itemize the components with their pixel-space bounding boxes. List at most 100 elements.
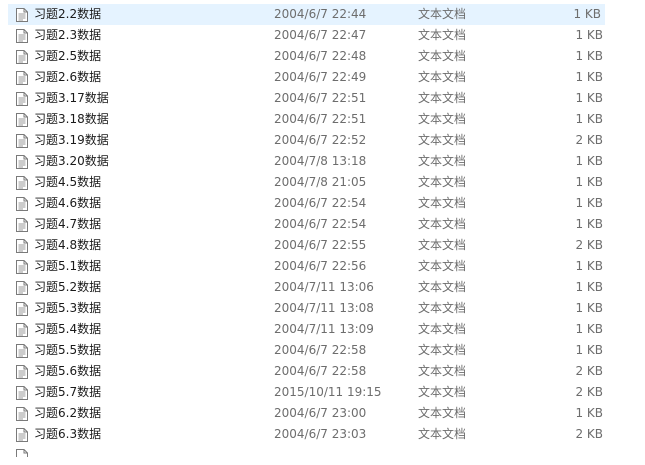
- file-size: 1 KB: [575, 196, 603, 210]
- file-size: 1 KB: [575, 406, 603, 420]
- text-document-icon: [16, 155, 28, 169]
- file-row[interactable]: 习题5.2数据 2004/7/11 13:06 文本文档 1 KB: [0, 277, 645, 298]
- file-name: 习题5.3数据: [34, 301, 102, 315]
- file-modified-date: 2015/10/11 19:15: [274, 385, 382, 399]
- file-size: 2 KB: [575, 385, 603, 399]
- file-type: 文本文档: [418, 385, 467, 399]
- file-type: 文本文档: [418, 112, 467, 126]
- file-type: 文本文档: [418, 364, 467, 378]
- file-row[interactable]: 习题5.7数据 2015/10/11 19:15 文本文档 2 KB: [0, 382, 645, 403]
- file-row[interactable]: 习题5.4数据 2004/7/11 13:09 文本文档 1 KB: [0, 319, 645, 340]
- file-type: 文本文档: [418, 259, 467, 273]
- file-name: 习题4.5数据: [34, 175, 102, 189]
- file-size: 1 KB: [575, 259, 603, 273]
- file-type: 文本文档: [418, 280, 467, 294]
- file-row[interactable]: 习题3.20数据 2004/7/8 13:18 文本文档 1 KB: [0, 151, 645, 172]
- text-document-icon: [16, 260, 28, 274]
- file-row[interactable]: 习题5.3数据 2004/7/11 13:08 文本文档 1 KB: [0, 298, 645, 319]
- file-modified-date: 2004/6/7 22:55: [274, 238, 367, 252]
- text-document-icon: [16, 281, 28, 295]
- file-name: 习题2.5数据: [34, 49, 102, 63]
- file-row[interactable]: 习题5.1数据 2004/6/7 22:56 文本文档 1 KB: [0, 256, 645, 277]
- file-name: 习题5.5数据: [34, 343, 102, 357]
- file-row[interactable]: 习题4.6数据 2004/6/7 22:54 文本文档 1 KB: [0, 193, 645, 214]
- text-document-icon: [16, 71, 28, 85]
- file-size: 1 KB: [573, 7, 601, 21]
- text-document-icon: [16, 323, 28, 337]
- file-row[interactable]: 习题2.3数据 2004/6/7 22:47 文本文档 1 KB: [0, 25, 645, 46]
- file-modified-date: 2004/6/7 22:47: [274, 28, 367, 42]
- file-modified-date: 2004/6/7 22:48: [274, 49, 367, 63]
- file-size: 1 KB: [575, 217, 603, 231]
- file-size: 1 KB: [575, 322, 603, 336]
- file-row[interactable]: 习题2.6数据 2004/6/7 22:49 文本文档 1 KB: [0, 67, 645, 88]
- file-name: 习题5.4数据: [34, 322, 102, 336]
- text-document-icon: [16, 428, 28, 442]
- file-modified-date: 2004/7/11 13:08: [274, 301, 374, 315]
- file-row[interactable]: 习题4.5数据 2004/7/8 21:05 文本文档 1 KB: [0, 172, 645, 193]
- file-size: 1 KB: [575, 175, 603, 189]
- text-document-icon: [16, 302, 28, 316]
- file-name: 习题3.20数据: [34, 154, 109, 168]
- file-name: 习题5.2数据: [34, 280, 102, 294]
- file-size: 1 KB: [575, 301, 603, 315]
- file-modified-date: 2004/6/7 22:54: [274, 196, 367, 210]
- file-row[interactable]: 习题3.17数据 2004/6/7 22:51 文本文档 1 KB: [0, 88, 645, 109]
- file-row[interactable]: 习题2.2数据 2004/6/7 22:44 文本文档 1 KB: [8, 4, 605, 25]
- file-row[interactable]: 习题3.18数据 2004/6/7 22:51 文本文档 1 KB: [0, 109, 645, 130]
- file-row[interactable]: 习题5.6数据 2004/6/7 22:58 文本文档 2 KB: [0, 361, 645, 382]
- file-size: 1 KB: [575, 343, 603, 357]
- file-size: 1 KB: [575, 91, 603, 105]
- file-row-partial: [0, 445, 645, 457]
- file-modified-date: 2004/6/7 22:54: [274, 217, 367, 231]
- file-name: 习题3.19数据: [34, 133, 109, 147]
- file-type: 文本文档: [418, 49, 467, 63]
- file-name: 习题3.18数据: [34, 112, 109, 126]
- file-modified-date: 2004/6/7 22:58: [274, 343, 367, 357]
- file-row[interactable]: 习题4.7数据 2004/6/7 22:54 文本文档 1 KB: [0, 214, 645, 235]
- file-type: 文本文档: [418, 154, 467, 168]
- file-name: 习题4.6数据: [34, 196, 102, 210]
- file-row[interactable]: 习题3.19数据 2004/6/7 22:52 文本文档 2 KB: [0, 130, 645, 151]
- file-row[interactable]: 习题5.5数据 2004/6/7 22:58 文本文档 1 KB: [0, 340, 645, 361]
- text-document-icon: [16, 218, 28, 232]
- file-row[interactable]: 习题2.5数据 2004/6/7 22:48 文本文档 1 KB: [0, 46, 645, 67]
- text-document-icon: [16, 197, 28, 211]
- file-modified-date: 2004/7/11 13:09: [274, 322, 374, 336]
- file-type: 文本文档: [418, 301, 467, 315]
- text-document-icon: [16, 176, 28, 190]
- file-modified-date: 2004/6/7 22:49: [274, 70, 367, 84]
- file-modified-date: 2004/7/11 13:06: [274, 280, 374, 294]
- text-document-icon: [16, 50, 28, 64]
- file-type: 文本文档: [418, 133, 467, 147]
- text-document-icon: [16, 407, 28, 421]
- file-type: 文本文档: [418, 322, 467, 336]
- file-name: 习题5.6数据: [34, 364, 102, 378]
- file-size: 1 KB: [575, 280, 603, 294]
- file-list: 习题2.2数据 2004/6/7 22:44 文本文档 1 KB 习题2.3数据…: [0, 4, 645, 457]
- file-name: 习题3.17数据: [34, 91, 109, 105]
- file-row[interactable]: 习题4.8数据 2004/6/7 22:55 文本文档 2 KB: [0, 235, 645, 256]
- file-type: 文本文档: [418, 70, 467, 84]
- file-name: 习题5.7数据: [34, 385, 102, 399]
- file-name: 习题6.2数据: [34, 406, 102, 420]
- file-type: 文本文档: [418, 343, 467, 357]
- file-name: 习题5.1数据: [34, 259, 102, 273]
- file-name: 习题2.3数据: [34, 28, 102, 42]
- text-document-icon: [16, 113, 28, 127]
- text-document-icon: [16, 239, 28, 253]
- text-document-icon: [16, 386, 28, 400]
- text-document-icon: [16, 344, 28, 358]
- file-size: 1 KB: [575, 112, 603, 126]
- file-type: 文本文档: [418, 175, 467, 189]
- file-modified-date: 2004/6/7 22:44: [274, 7, 367, 21]
- file-row[interactable]: 习题6.3数据 2004/6/7 23:03 文本文档 2 KB: [0, 424, 645, 445]
- file-type: 文本文档: [418, 427, 467, 441]
- file-modified-date: 2004/7/8 13:18: [274, 154, 367, 168]
- file-name: 习题4.8数据: [34, 238, 102, 252]
- text-document-icon: [16, 365, 28, 379]
- file-size: 2 KB: [575, 364, 603, 378]
- text-document-icon: [16, 29, 28, 43]
- file-modified-date: 2004/6/7 22:58: [274, 364, 367, 378]
- file-row[interactable]: 习题6.2数据 2004/6/7 23:00 文本文档 1 KB: [0, 403, 645, 424]
